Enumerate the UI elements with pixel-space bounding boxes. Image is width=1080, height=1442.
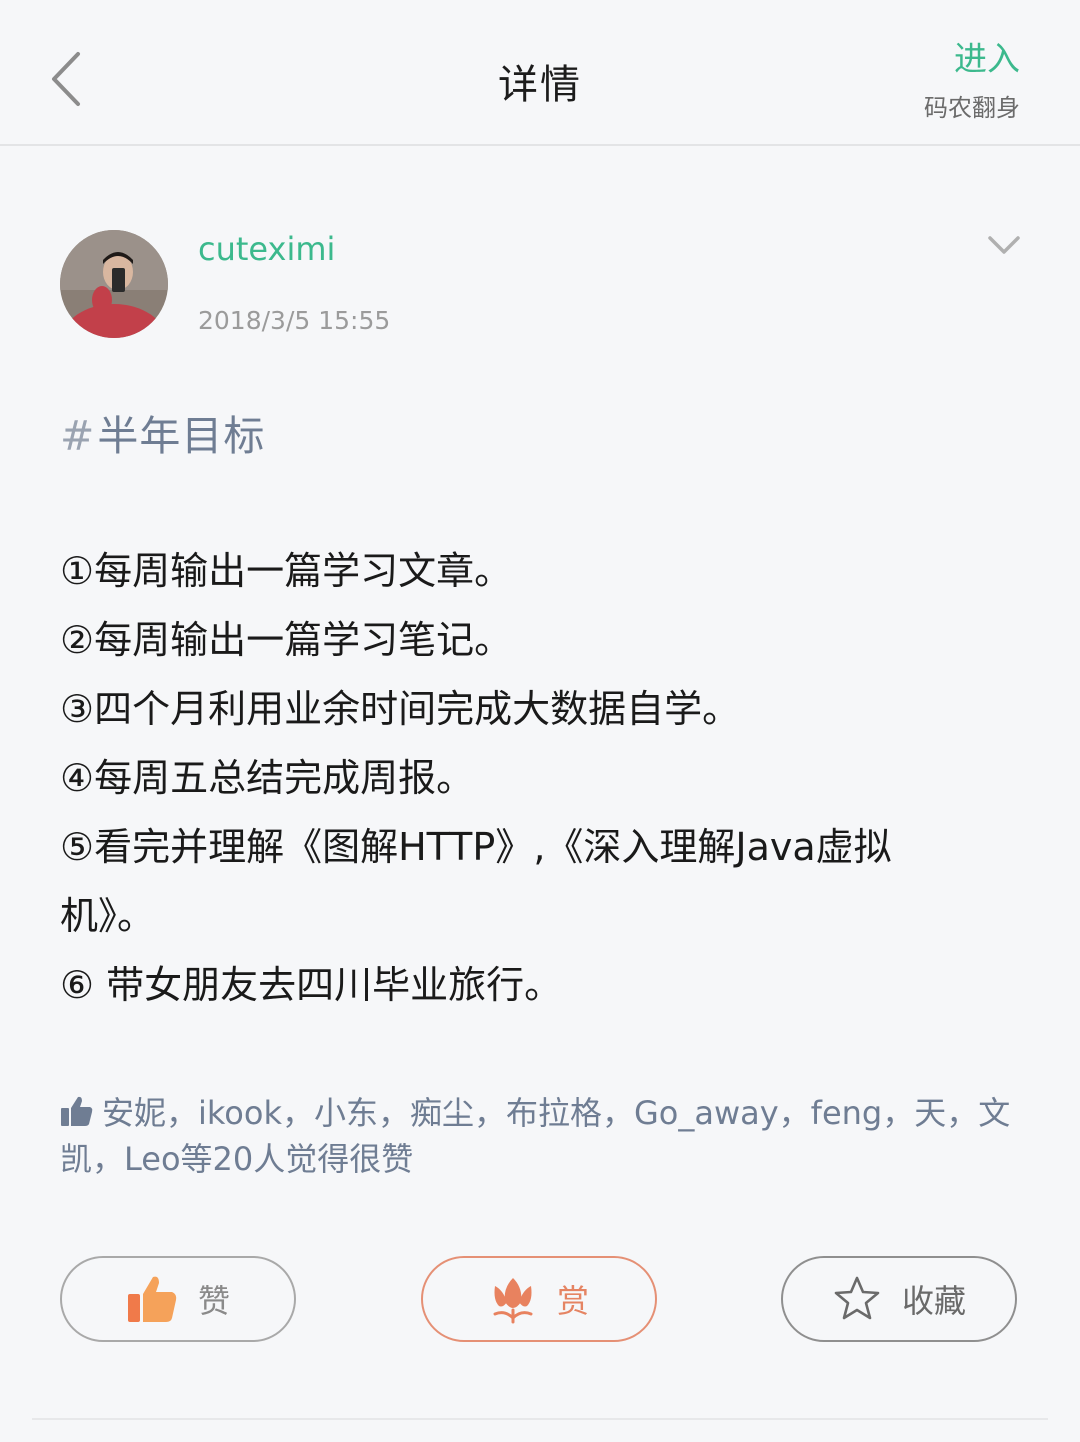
page-title: 详情 xyxy=(498,62,582,108)
liked-by-list[interactable]: 安妮，ikook，小东，痴尘，布拉格，Go_away，feng，天，文 凯，Le… xyxy=(60,1090,1020,1182)
thumbs-up-icon xyxy=(61,1096,93,1126)
channel-name: 码农翻身 xyxy=(924,94,1020,122)
content-line: ②每周输出一篇学习笔记。 xyxy=(60,618,513,662)
avatar-photo xyxy=(60,230,168,338)
liked-by-text-1: 安妮，ikook，小东，痴尘，布拉格，Go_away，feng，天，文 xyxy=(102,1094,1011,1132)
content-line: ⑥ 带女朋友去四川毕业旅行。 xyxy=(60,963,563,1007)
enter-link[interactable]: 进入 xyxy=(924,38,1020,80)
hash-symbol: # xyxy=(60,412,96,460)
like-label: 赞 xyxy=(197,1282,230,1320)
post-content: ①每周输出一篇学习文章。 ②每周输出一篇学习笔记。 ③四个月利用业余时间完成大数… xyxy=(60,537,1020,1020)
content-line: ④每周五总结完成周报。 xyxy=(60,756,475,800)
bottom-divider xyxy=(32,1418,1048,1420)
top-nav-bar: 详情 进入 码农翻身 xyxy=(0,0,1080,146)
topic-label: 半年目标 xyxy=(97,412,266,460)
chevron-down-icon xyxy=(988,236,1020,254)
more-options-button[interactable] xyxy=(984,228,1024,262)
topic-tag[interactable]: #半年目标 xyxy=(60,402,265,462)
channel-entry[interactable]: 进入 码农翻身 xyxy=(924,38,1020,123)
content-line: ⑤看完并理解《图解HTTP》,《深入理解Java虚拟 xyxy=(60,825,892,869)
thumbs-up-icon xyxy=(127,1276,177,1322)
reward-button[interactable]: 赏 xyxy=(421,1256,657,1342)
lotus-icon xyxy=(493,1278,533,1324)
content-line: 机》。 xyxy=(60,894,156,938)
star-icon xyxy=(834,1276,880,1320)
avatar[interactable] xyxy=(60,230,168,338)
post-detail-page: 详情 进入 码农翻身 cuteximi 2018/3/5 15:55 #半年目标… xyxy=(0,0,1080,1442)
favorite-label: 收藏 xyxy=(901,1282,966,1320)
reward-label: 赏 xyxy=(556,1282,589,1320)
content-line: ①每周输出一篇学习文章。 xyxy=(60,549,513,593)
author-name[interactable]: cuteximi xyxy=(198,230,335,268)
liked-by-text-2: 凯，Leo等20人觉得很赞 xyxy=(60,1140,414,1178)
favorite-button[interactable]: 收藏 xyxy=(781,1256,1017,1342)
like-button[interactable]: 赞 xyxy=(60,1256,296,1342)
post-timestamp: 2018/3/5 15:55 xyxy=(198,306,391,335)
content-line: ③四个月利用业余时间完成大数据自学。 xyxy=(60,687,741,731)
